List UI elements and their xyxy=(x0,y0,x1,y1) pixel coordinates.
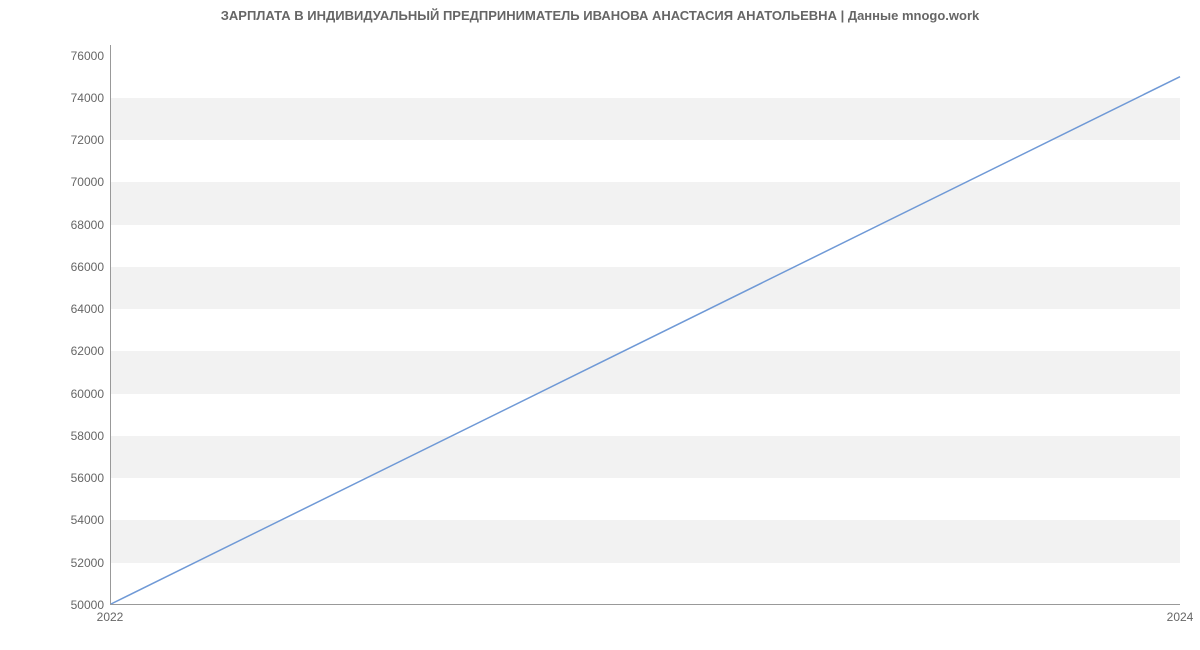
y-tick-label: 68000 xyxy=(14,218,104,232)
plot-area xyxy=(110,45,1180,605)
y-tick-label: 56000 xyxy=(14,471,104,485)
y-tick-label: 54000 xyxy=(14,513,104,527)
y-tick-label: 70000 xyxy=(14,175,104,189)
x-tick-label: 2022 xyxy=(97,610,124,624)
y-tick-label: 50000 xyxy=(14,598,104,612)
line-layer xyxy=(111,45,1180,604)
y-tick-label: 52000 xyxy=(14,556,104,570)
y-tick-label: 72000 xyxy=(14,133,104,147)
y-tick-label: 60000 xyxy=(14,387,104,401)
x-tick-label: 2024 xyxy=(1167,610,1194,624)
salary-chart: ЗАРПЛАТА В ИНДИВИДУАЛЬНЫЙ ПРЕДПРИНИМАТЕЛ… xyxy=(0,0,1200,650)
y-tick-label: 76000 xyxy=(14,49,104,63)
y-tick-label: 66000 xyxy=(14,260,104,274)
chart-title: ЗАРПЛАТА В ИНДИВИДУАЛЬНЫЙ ПРЕДПРИНИМАТЕЛ… xyxy=(0,8,1200,23)
y-tick-label: 64000 xyxy=(14,302,104,316)
y-tick-label: 62000 xyxy=(14,344,104,358)
data-line xyxy=(111,77,1180,604)
y-tick-label: 58000 xyxy=(14,429,104,443)
y-tick-label: 74000 xyxy=(14,91,104,105)
